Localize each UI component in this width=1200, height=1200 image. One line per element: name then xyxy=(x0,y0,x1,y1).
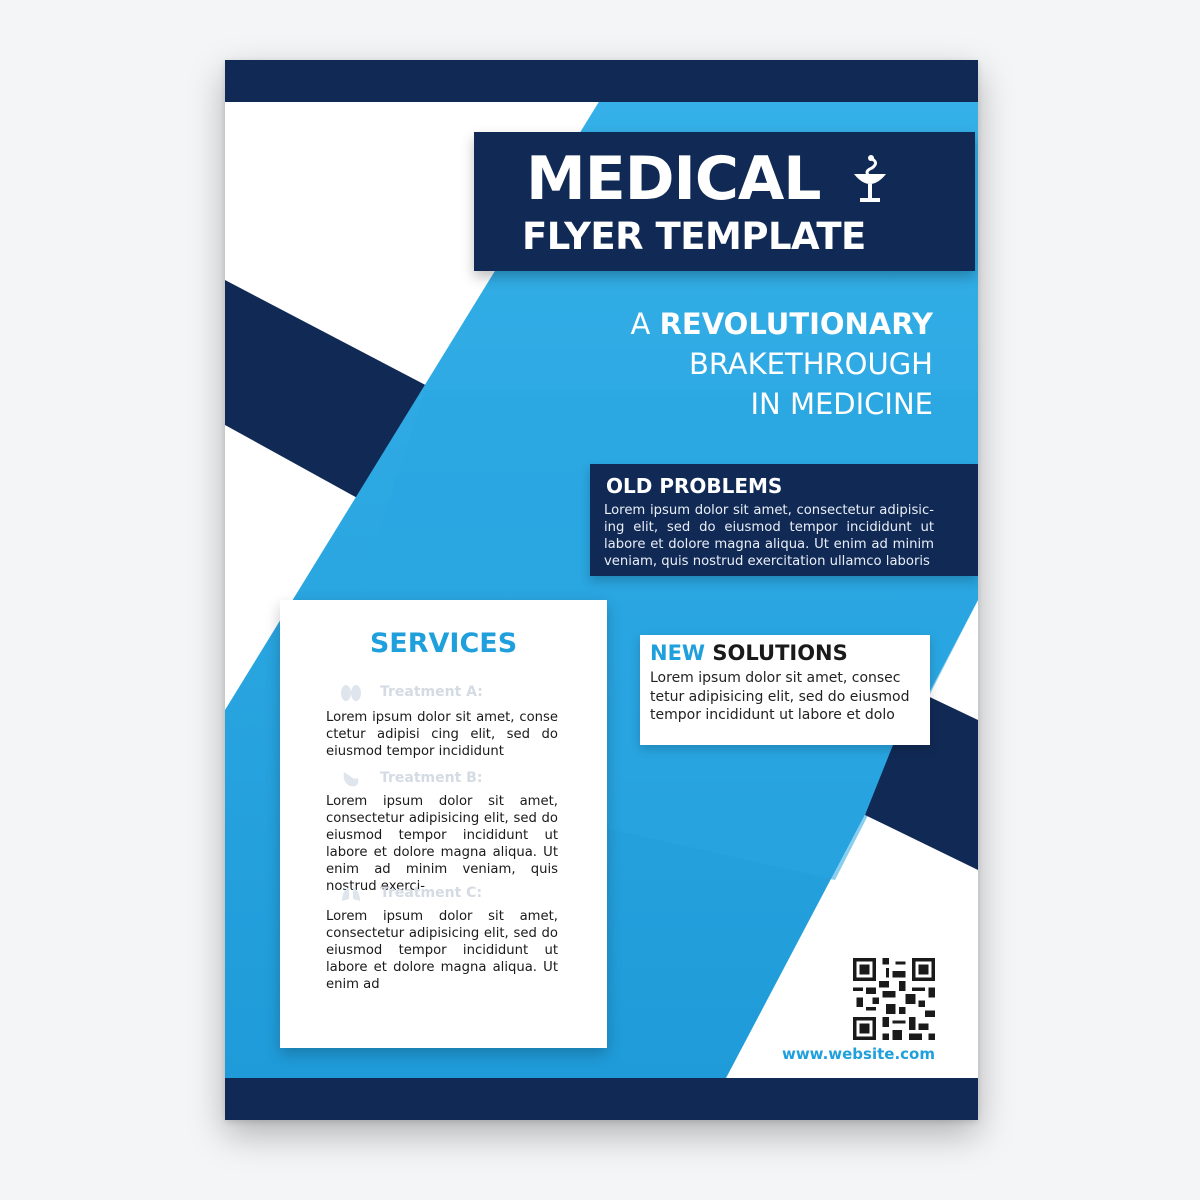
bottom-navy-bar xyxy=(225,1078,978,1120)
caduceus-bowl-icon xyxy=(854,155,886,202)
tagline-prefix: A xyxy=(630,307,660,341)
tagline-line-2: BRAKETHROUGH xyxy=(688,347,933,381)
old-problems-heading: OLD PROBLEMS xyxy=(606,472,782,500)
title-block: MEDICAL FLYER TEMPLATE xyxy=(474,132,975,271)
treatment-b-label: Treatment B: xyxy=(380,770,483,786)
lungs-icon xyxy=(342,887,360,901)
top-navy-bar xyxy=(225,60,978,102)
new-solutions-heading-rest: SOLUTIONS xyxy=(705,641,848,665)
flyer: MEDICAL FLYER TEMPLATE A REVOLUTIONARY B… xyxy=(225,60,978,1120)
new-solutions-box: NEW SOLUTIONS Lorem ipsum dolor sit amet… xyxy=(640,635,930,745)
website-link[interactable]: www.website.com xyxy=(770,1045,935,1063)
treatment-a-label: Treatment A: xyxy=(380,684,483,700)
new-solutions-body: Lorem ipsum dolor sit amet, consec tetur… xyxy=(650,670,910,723)
tagline-highlight: REVOLUTIONARY xyxy=(659,307,933,341)
old-problems-body: Lorem ipsum dolor sit amet, consectetur … xyxy=(604,503,934,569)
title-subtitle: FLYER TEMPLATE xyxy=(522,215,866,258)
tagline-line-1: A REVOLUTIONARY xyxy=(631,304,933,344)
treatment-b-text: Lorem ipsum dolor sit amet, consectetur … xyxy=(326,794,558,894)
services-box: SERVICES Treatment A: Lorem ipsum dolor … xyxy=(280,600,607,1048)
treatment-c-label: Treatment C: xyxy=(380,885,483,901)
new-solutions-heading-accent: NEW xyxy=(650,641,706,665)
old-problems-heading-bold: OLD xyxy=(606,474,653,498)
services-title: SERVICES xyxy=(369,628,518,659)
tagline: A REVOLUTIONARY BRAKETHROUGH IN MEDICINE xyxy=(631,304,933,424)
stomach-icon xyxy=(343,772,359,787)
tagline-line-3: IN MEDICINE xyxy=(750,387,933,421)
old-problems-heading-rest: PROBLEMS xyxy=(652,474,783,498)
qr-code-icon[interactable] xyxy=(853,958,935,1040)
treatment-c-text: Lorem ipsum dolor sit amet, consectetur … xyxy=(326,909,558,992)
title-main: MEDICAL xyxy=(526,144,822,214)
old-problems-box: OLD PROBLEMS Lorem ipsum dolor sit amet,… xyxy=(590,464,978,576)
treatment-a-text: Lorem ipsum dolor sit amet, conse ctetur… xyxy=(326,710,558,759)
new-solutions-heading: NEW SOLUTIONS xyxy=(650,639,848,667)
kidneys-icon xyxy=(341,685,361,701)
